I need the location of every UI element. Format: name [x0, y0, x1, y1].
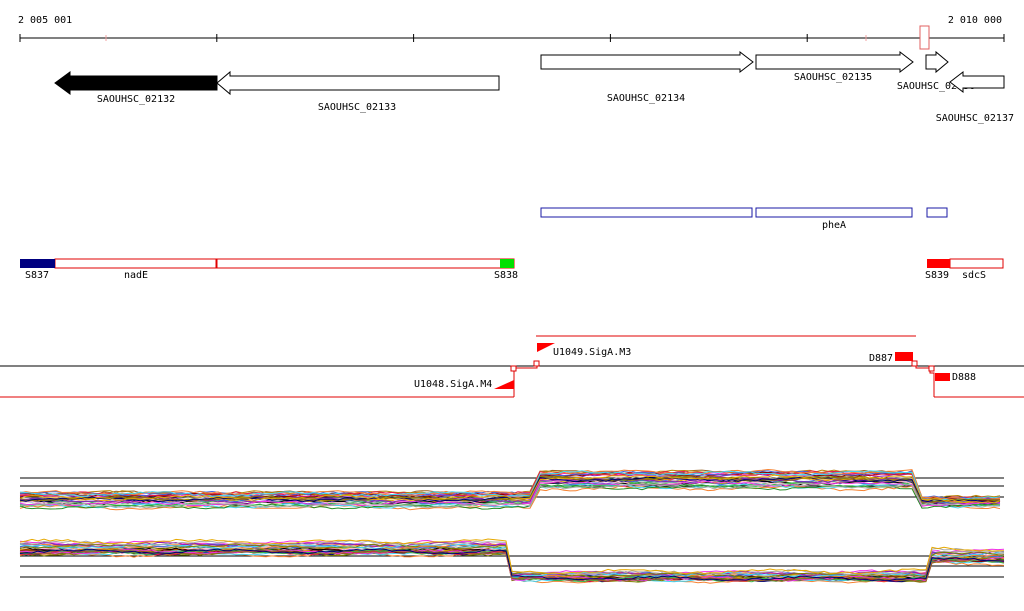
gene-label[interactable]: SAOUHSC_02135	[794, 72, 872, 83]
gene-label[interactable]: SAOUHSC_02137	[936, 113, 1014, 124]
gene-SAOUHSC_02133[interactable]: SAOUHSC_02133	[216, 70, 500, 113]
gene-arrow[interactable]	[216, 70, 500, 96]
site-block-S838[interactable]	[500, 259, 514, 268]
gene-label[interactable]: SAOUHSC_02133	[318, 102, 396, 113]
site-label-S838[interactable]: S838	[494, 270, 518, 281]
expression-panel-bottom	[19, 538, 1005, 584]
regulon-label-nadE[interactable]: nadE	[124, 270, 148, 281]
operon-label[interactable]: pheA	[822, 220, 846, 231]
transcript-label-U1048[interactable]: U1048.SigA.M4	[414, 379, 492, 390]
transcript-track: U1048.SigA.M4 U1049.SigA.M3 D887 D888	[0, 335, 1024, 398]
gene-label[interactable]: SAOUHSC_02132	[97, 94, 175, 105]
gene-arrow[interactable]	[755, 50, 914, 74]
transcript-junction-box	[928, 365, 935, 372]
transcript-label-D888[interactable]: D888	[952, 372, 976, 383]
site-label-S837[interactable]: S837	[25, 270, 49, 281]
ruler-end-label: 2 010 000	[948, 15, 1002, 26]
gene-SAOUHSC_02132[interactable]: SAOUHSC_02132	[54, 71, 218, 105]
genome-browser-view[interactable]: 2 005 001 2 010 000 SAOUHSC_02132 SAOUHS…	[0, 0, 1024, 611]
gene-SAOUHSC_02134[interactable]: SAOUHSC_02134	[540, 50, 754, 104]
regulon-segment-nadE-2[interactable]	[216, 258, 515, 269]
transcript-junction-box	[533, 360, 540, 367]
site-block-S839[interactable]	[927, 259, 950, 268]
operon-segment[interactable]	[755, 207, 913, 218]
transcript-junction-box	[911, 360, 918, 367]
gene-SAOUHSC_02135[interactable]: SAOUHSC_02135	[755, 50, 914, 83]
gene-arrow[interactable]	[540, 50, 754, 74]
transcript-connector-left	[513, 366, 538, 397]
ruler-position-marker[interactable]	[919, 25, 930, 50]
expression-track	[19, 468, 1005, 584]
transcript-label-U1049[interactable]: U1049.SigA.M3	[553, 347, 631, 358]
regulon-segment-nadE[interactable]	[54, 258, 217, 269]
expression-panel-top	[19, 468, 1004, 511]
gene-track: SAOUHSC_02132 SAOUHSC_02133 SAOUHSC_0213…	[54, 50, 1014, 124]
site-block-S837[interactable]	[20, 259, 55, 268]
gene-SAOUHSC_02137[interactable]: SAOUHSC_02137	[936, 70, 1014, 124]
coordinate-ruler: 2 005 001 2 010 000	[18, 15, 1005, 50]
gene-arrow[interactable]	[54, 71, 218, 95]
regulon-segment-sdcS[interactable]	[949, 258, 1004, 269]
operon-track: pheA	[540, 207, 948, 231]
operon-segment[interactable]	[540, 207, 753, 218]
operon-pheA[interactable]: pheA	[540, 207, 948, 231]
terminator-block-D888[interactable]	[935, 373, 950, 381]
operon-segment[interactable]	[926, 207, 948, 218]
ruler-start-label: 2 005 001	[18, 15, 72, 26]
site-label-S839[interactable]: S839	[925, 270, 949, 281]
gene-label[interactable]: SAOUHSC_02134	[607, 93, 685, 104]
transcript-junction-box	[510, 365, 517, 372]
regulon-label-sdcS[interactable]: sdcS	[962, 270, 986, 281]
terminator-block-D887[interactable]	[895, 352, 913, 361]
promoter-flag-U1048[interactable]	[494, 380, 514, 389]
gene-arrow[interactable]	[925, 50, 949, 74]
transcript-label-D887[interactable]: D887	[869, 353, 893, 364]
regulon-track: S837 nadE S838 S839 sdcS	[20, 258, 1004, 281]
